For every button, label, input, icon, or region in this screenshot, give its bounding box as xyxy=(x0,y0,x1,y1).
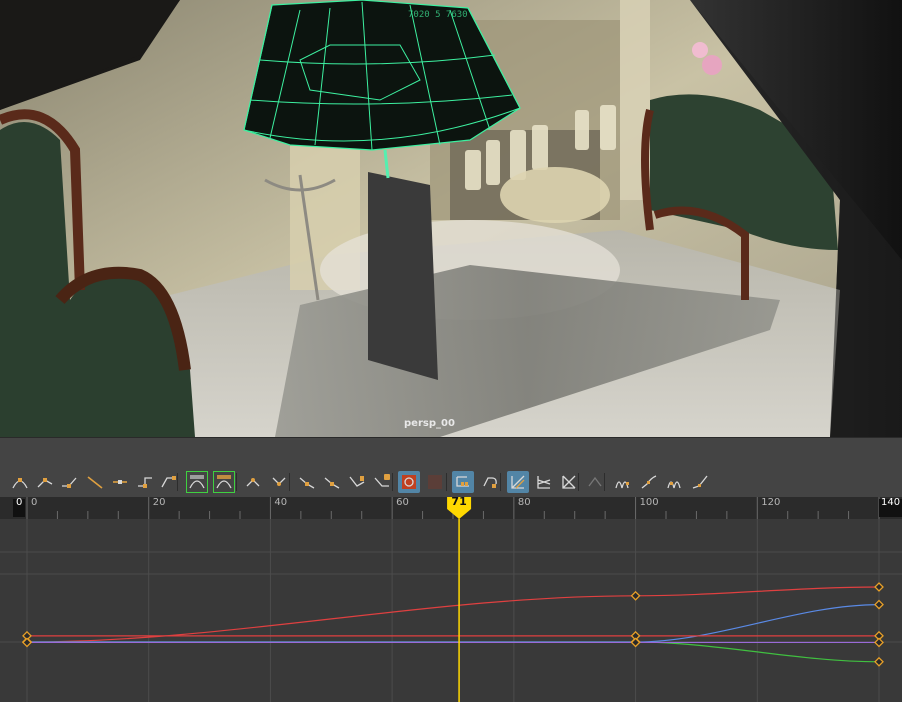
linear-tangents-icon[interactable] xyxy=(34,471,56,493)
scene-render xyxy=(0,0,902,437)
toolbar-separator xyxy=(500,473,501,491)
time-ruler[interactable]: 0 140 0 20 40 60 80 100 120 71 xyxy=(0,495,902,519)
ruler-tick-label: 20 xyxy=(152,497,166,508)
normalize-curves-icon[interactable] xyxy=(507,471,529,493)
load-selected-objects-icon[interactable] xyxy=(424,471,446,493)
ruler-tick-label: 100 xyxy=(639,497,659,508)
curve-stacking-icon[interactable] xyxy=(558,471,580,493)
oscillate-icon[interactable] xyxy=(664,471,686,493)
camera-label: persp_00 xyxy=(404,418,455,429)
toolbar-separator xyxy=(446,473,447,491)
curve-graph[interactable] xyxy=(0,519,902,702)
plane-object xyxy=(368,172,438,380)
ruler-tick-label: 0 xyxy=(31,497,38,508)
toolbar-separator xyxy=(289,473,290,491)
step-next-tangents-icon[interactable] xyxy=(134,471,156,493)
ruler-tick-label: 80 xyxy=(517,497,531,508)
auto-load-graph-icon[interactable] xyxy=(398,471,420,493)
toolbar-separator xyxy=(236,473,237,491)
denormalize-curves-icon[interactable] xyxy=(533,471,555,493)
hud-readout: 7020 5 7630 xyxy=(408,10,468,20)
free-tangent-weight-icon[interactable] xyxy=(296,471,318,493)
toolbar-separator xyxy=(604,473,605,491)
spline-tangents-icon[interactable] xyxy=(9,471,31,493)
pre-infinity-icon[interactable] xyxy=(584,471,606,493)
toolbar-separator xyxy=(578,473,579,491)
cycle-offset-icon[interactable] xyxy=(638,471,660,493)
unify-tangents-icon[interactable] xyxy=(268,471,290,493)
current-frame-label[interactable]: 71 xyxy=(447,495,471,508)
toolbar-separator xyxy=(177,473,178,491)
cycle-icon[interactable] xyxy=(612,471,634,493)
linear-infinity-icon[interactable] xyxy=(689,471,711,493)
stepped-tangents-icon[interactable] xyxy=(84,471,106,493)
insert-key-icon[interactable] xyxy=(346,471,368,493)
toolbar-separator xyxy=(392,473,393,491)
graph-editor-toolbar xyxy=(0,467,902,497)
range-start-label: 0 xyxy=(16,497,23,508)
break-tangents-icon[interactable] xyxy=(242,471,264,493)
viewport[interactable]: 7020 5 7630 persp_00 xyxy=(0,0,902,437)
ruler-tick-label: 60 xyxy=(396,497,409,508)
ruler-tick-label: 120 xyxy=(761,497,781,508)
clamped-tangents-icon[interactable] xyxy=(58,471,80,493)
graph-background xyxy=(0,519,902,702)
ruler-tick-label: 40 xyxy=(274,497,288,508)
buffer-curve-snapshot-icon[interactable] xyxy=(186,471,208,493)
curve-graph-canvas[interactable] xyxy=(0,519,902,702)
time-snap-icon[interactable] xyxy=(452,471,474,493)
swap-buffer-curve-icon[interactable] xyxy=(213,471,235,493)
lock-tangent-weight-icon[interactable] xyxy=(321,471,343,493)
lock-key-icon[interactable] xyxy=(371,471,393,493)
flat-tangents-icon[interactable] xyxy=(109,471,131,493)
range-end-label: 140 xyxy=(881,497,901,508)
value-snap-icon[interactable] xyxy=(479,471,501,493)
